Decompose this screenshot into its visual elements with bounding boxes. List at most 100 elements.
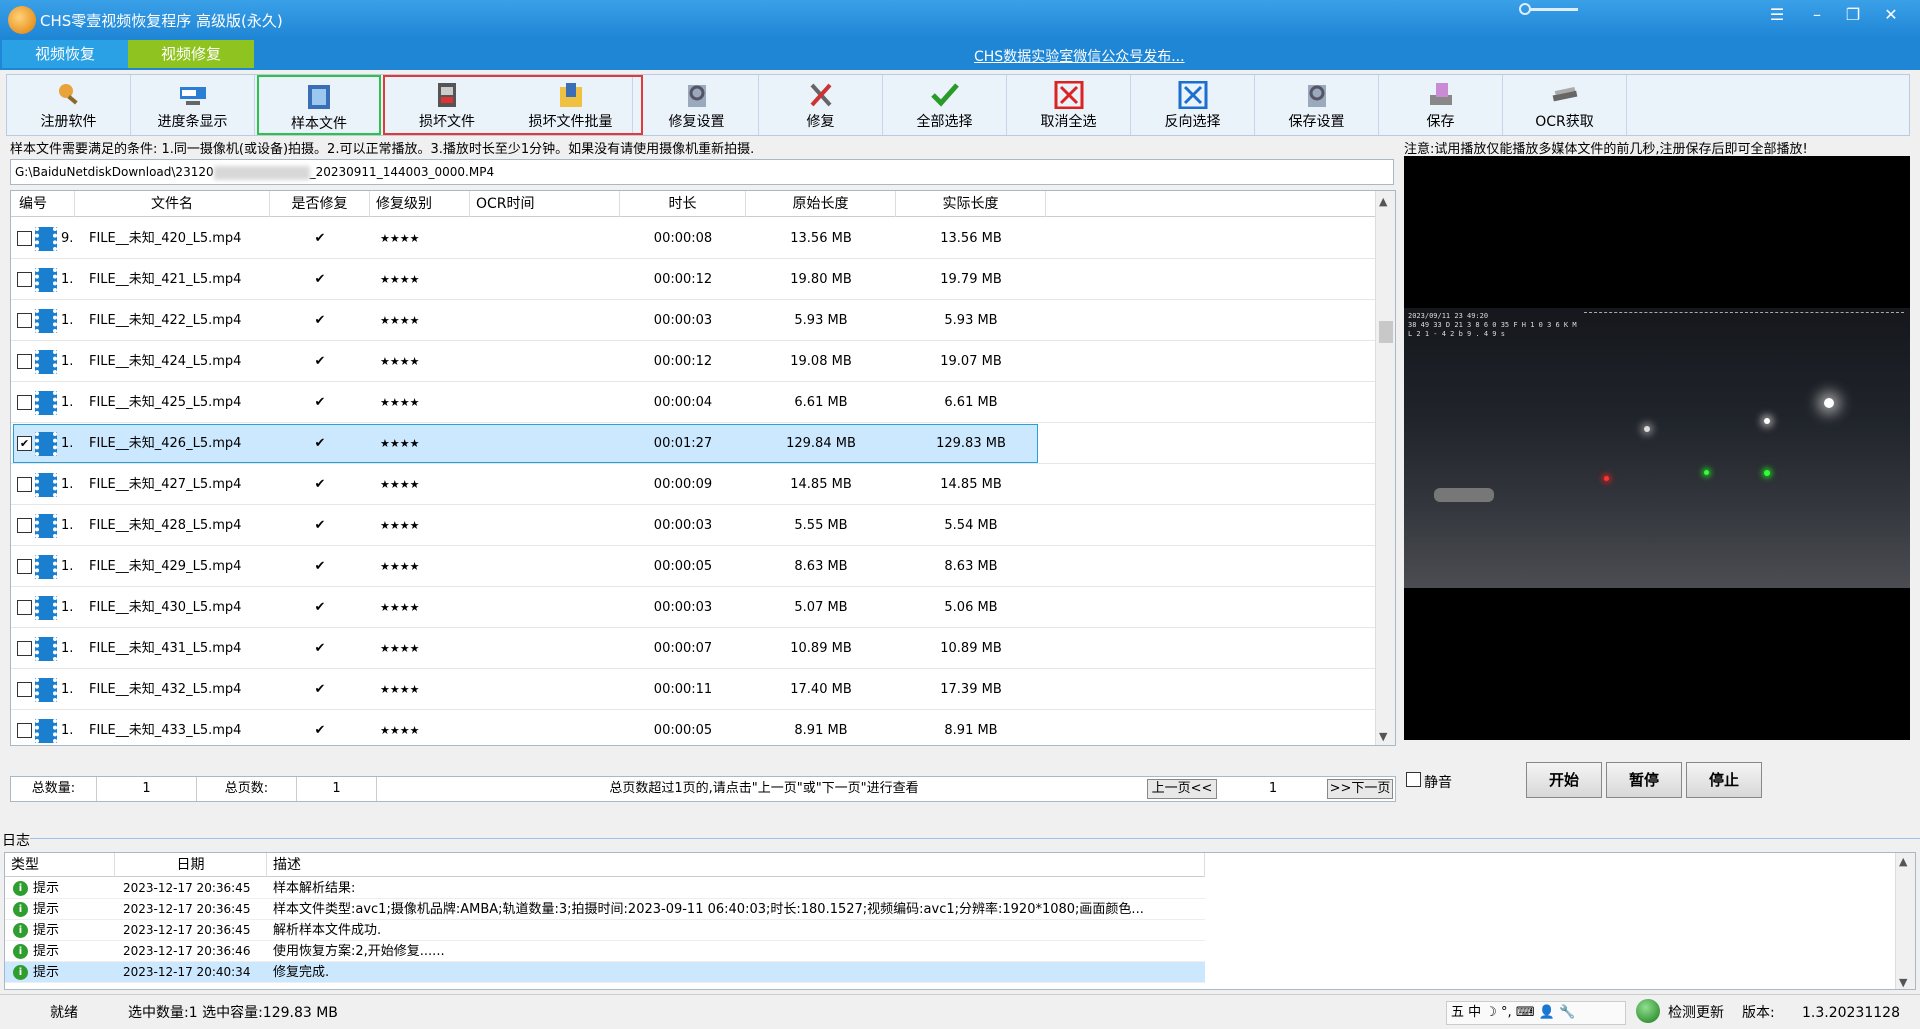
repair-level-cell: ★★★★ [380, 396, 420, 409]
row-checkbox[interactable] [17, 600, 32, 615]
table-row[interactable]: ✔ 1. FILE__未知_426_L5.mp4 ✔ ★★★★ 00:01:27 129.8… [11, 423, 1375, 464]
table-row[interactable]: 1. FILE__未知_430_L5.mp4 ✔ ★★★★ 00:00:03 5.07 M… [11, 587, 1375, 628]
log-type-cell: 提示 [33, 881, 60, 896]
register-button[interactable]: 注册软件 [7, 75, 131, 135]
log-col-date[interactable]: 日期 [115, 853, 267, 877]
row-checkbox[interactable] [17, 272, 32, 287]
damaged-batch-button[interactable]: 损坏文件批量 [509, 75, 633, 135]
invert-select-icon [1178, 81, 1207, 109]
video-file-icon [35, 432, 57, 456]
next-page-button[interactable]: >>下一页 [1327, 779, 1393, 799]
stop-button[interactable]: 停止 [1686, 762, 1762, 798]
col-ocr-time[interactable]: OCR时间 [470, 191, 620, 217]
current-page-field[interactable]: 1 [1223, 777, 1323, 801]
original-size-cell: 10.89 MB [790, 641, 852, 656]
log-row[interactable]: i 提示 2023-12-17 20:36:45 样本文件类型:avc1;摄像机品牌:… [5, 899, 1205, 920]
file-name-cell: FILE__未知_426_L5.mp4 [89, 436, 242, 451]
table-row[interactable]: 1. FILE__未知_428_L5.mp4 ✔ ★★★★ 00:00:03 5.55 M… [11, 505, 1375, 546]
table-row[interactable]: 1. FILE__未知_425_L5.mp4 ✔ ★★★★ 00:00:04 6.61 M… [11, 382, 1375, 423]
fixed-status-cell: ✔ [314, 477, 326, 492]
col-filename[interactable]: 文件名 [75, 191, 270, 217]
pause-button[interactable]: 暂停 [1606, 762, 1682, 798]
file-name-cell: FILE__未知_420_L5.mp4 [89, 231, 242, 246]
minimize-button[interactable]: – [1802, 4, 1832, 26]
damaged-file-button[interactable]: 损坏文件 [385, 75, 509, 135]
scroll-down-icon[interactable]: ▼ [1379, 730, 1387, 743]
ime-toolbar[interactable]: 五 中 ☽ °, ⌨ 👤 🔧 [1446, 1001, 1626, 1025]
row-id-cell: 1. [61, 600, 74, 615]
row-checkbox[interactable] [17, 313, 32, 328]
repair-settings-button[interactable]: 修复设置 [635, 75, 759, 135]
progress-display-button[interactable]: 进度条显示 [131, 75, 255, 135]
col-actual-size[interactable]: 实际长度 [896, 191, 1046, 217]
log-row[interactable]: i 提示 2023-12-17 20:36:45 样本解析结果: [5, 878, 1205, 899]
street-light [1644, 426, 1650, 432]
row-checkbox[interactable] [17, 518, 32, 533]
ocr-button[interactable]: OCR获取 [1503, 75, 1627, 135]
scroll-up-icon[interactable]: ▲ [1379, 195, 1387, 208]
log-col-desc[interactable]: 描述 [267, 853, 1205, 877]
deselect-all-button[interactable]: 取消全选 [1007, 75, 1131, 135]
repair-level-cell: ★★★★ [380, 314, 420, 327]
table-row[interactable]: 1. FILE__未知_427_L5.mp4 ✔ ★★★★ 00:00:09 14.85 … [11, 464, 1375, 505]
row-checkbox[interactable] [17, 559, 32, 574]
close-button[interactable]: ✕ [1876, 4, 1906, 26]
table-row[interactable]: 1. FILE__未知_433_L5.mp4 ✔ ★★★★ 00:00:05 8.91 M… [11, 710, 1375, 745]
table-row[interactable]: 9. FILE__未知_420_L5.mp4 ✔ ★★★★ 00:00:08 13.56 … [11, 218, 1375, 259]
restore-button[interactable]: ❐ [1838, 4, 1868, 26]
menu-button[interactable]: ☰ [1762, 4, 1792, 26]
table-row[interactable]: 1. FILE__未知_424_L5.mp4 ✔ ★★★★ 00:00:12 19.08 … [11, 341, 1375, 382]
row-checkbox[interactable] [17, 682, 32, 697]
row-checkbox[interactable] [17, 354, 32, 369]
mute-checkbox[interactable] [1406, 772, 1421, 787]
row-checkbox[interactable] [17, 395, 32, 410]
tab-video-repair[interactable]: 视频修复 [128, 40, 254, 68]
table-scrollbar[interactable]: ▲ ▼ [1375, 191, 1395, 745]
log-row[interactable]: i 提示 2023-12-17 20:36:45 解析样本文件成功. [5, 920, 1205, 941]
log-row[interactable]: i 提示 2023-12-17 20:36:46 使用恢复方案:2,开始修复.....… [5, 941, 1205, 962]
sample-file-button[interactable]: 样本文件 [257, 75, 381, 135]
actual-size-cell: 5.06 MB [944, 600, 998, 615]
video-file-icon [35, 391, 57, 415]
promo-link[interactable]: CHS数据实验室微信公众号发布... [974, 46, 1185, 66]
ocr-icon [1552, 86, 1577, 102]
table-row[interactable]: 1. FILE__未知_421_L5.mp4 ✔ ★★★★ 00:00:12 19.80 … [11, 259, 1375, 300]
prev-page-button[interactable]: 上一页<< [1147, 779, 1217, 799]
file-path-field[interactable]: G:\BaiduNetdiskDownload\23120 _20230911_1… [10, 159, 1394, 185]
original-size-cell: 14.85 MB [790, 477, 852, 492]
select-all-button[interactable]: 全部选择 [883, 75, 1007, 135]
col-duration[interactable]: 时长 [620, 191, 746, 217]
row-checkbox[interactable] [17, 723, 32, 738]
invert-selection-button[interactable]: 反向选择 [1131, 75, 1255, 135]
log-scrollbar[interactable]: ▲ ▼ [1895, 853, 1915, 989]
check-update-button[interactable]: 检测更新 [1668, 1001, 1724, 1025]
log-scroll-up-icon[interactable]: ▲ [1899, 855, 1907, 868]
actual-size-cell: 19.07 MB [940, 354, 1002, 369]
repair-level-cell: ★★★★ [380, 273, 420, 286]
row-checkbox[interactable] [17, 231, 32, 246]
table-row[interactable]: 1. FILE__未知_431_L5.mp4 ✔ ★★★★ 00:00:07 10.89 … [11, 628, 1375, 669]
save-button[interactable]: 保存 [1379, 75, 1503, 135]
table-row[interactable]: 1. FILE__未知_429_L5.mp4 ✔ ★★★★ 00:00:05 8.63 M… [11, 546, 1375, 587]
row-checkbox[interactable]: ✔ [17, 436, 32, 451]
table-row[interactable]: 1. FILE__未知_432_L5.mp4 ✔ ★★★★ 00:00:11 17.40 … [11, 669, 1375, 710]
original-size-cell: 5.07 MB [794, 600, 848, 615]
col-original-size[interactable]: 原始长度 [746, 191, 896, 217]
key-icon [1519, 3, 1578, 15]
log-col-type[interactable]: 类型 [5, 853, 115, 877]
repair-button[interactable]: 修复 [759, 75, 883, 135]
tab-video-recovery[interactable]: 视频恢复 [2, 40, 128, 68]
row-checkbox[interactable] [17, 477, 32, 492]
col-level[interactable]: 修复级别 [370, 191, 470, 217]
col-fixed[interactable]: 是否修复 [270, 191, 370, 217]
log-row[interactable]: i 提示 2023-12-17 20:40:34 修复完成. [5, 962, 1205, 983]
col-id[interactable]: 编号 [11, 191, 75, 217]
table-row[interactable]: 1. FILE__未知_422_L5.mp4 ✔ ★★★★ 00:00:03 5.93 M… [11, 300, 1375, 341]
log-scroll-down-icon[interactable]: ▼ [1899, 976, 1907, 989]
save-settings-button[interactable]: 保存设置 [1255, 75, 1379, 135]
scroll-thumb[interactable] [1379, 321, 1393, 343]
duration-cell: 00:00:07 [653, 641, 713, 656]
start-button[interactable]: 开始 [1526, 762, 1602, 798]
row-checkbox[interactable] [17, 641, 32, 656]
video-preview[interactable]: 2023/09/11 23 49:20 38 49 33 D 21 3 8 6 … [1404, 156, 1910, 740]
